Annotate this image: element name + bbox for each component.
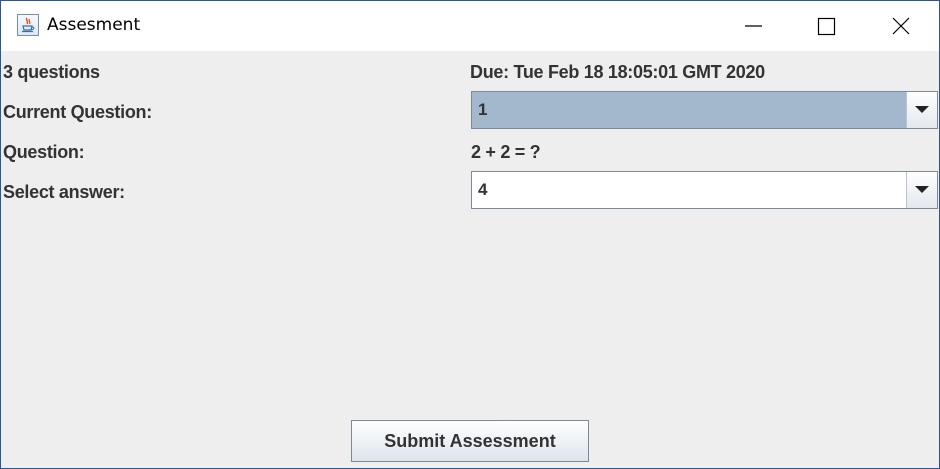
answer-value: 4 — [478, 180, 488, 199]
current-question-value: 1 — [478, 100, 488, 119]
chevron-down-icon — [915, 106, 929, 113]
current-question-dropdown-button[interactable] — [906, 92, 937, 128]
close-button[interactable] — [864, 1, 938, 51]
select-answer-label: Select answer: — [3, 182, 125, 202]
close-icon — [892, 17, 910, 35]
assessment-window: Assesment 3 questions Due: Tue Feb 18 18… — [0, 0, 940, 469]
maximize-button[interactable] — [790, 1, 864, 51]
answer-dropdown[interactable]: 4 — [471, 171, 938, 209]
current-question-dropdown[interactable]: 1 — [471, 91, 938, 129]
submit-assessment-button[interactable]: Submit Assessment — [351, 420, 589, 462]
answer-dropdown-button[interactable] — [906, 172, 937, 208]
maximize-icon — [817, 17, 836, 36]
title-bar[interactable]: Assesment — [1, 1, 939, 51]
question-count-label: 3 questions — [3, 62, 100, 82]
minimize-icon — [745, 25, 762, 27]
assessment-panel: 3 questions Due: Tue Feb 18 18:05:01 GMT… — [1, 51, 939, 469]
question-label: Question: — [3, 142, 85, 162]
minimize-button[interactable] — [716, 1, 790, 51]
window-title: Assesment — [47, 15, 141, 35]
java-cup-icon — [17, 14, 39, 36]
due-date-label: Due: Tue Feb 18 18:05:01 GMT 2020 — [470, 62, 765, 82]
current-question-label: Current Question: — [3, 102, 152, 122]
chevron-down-icon — [915, 186, 929, 193]
question-text: 2 + 2 = ? — [471, 142, 541, 162]
